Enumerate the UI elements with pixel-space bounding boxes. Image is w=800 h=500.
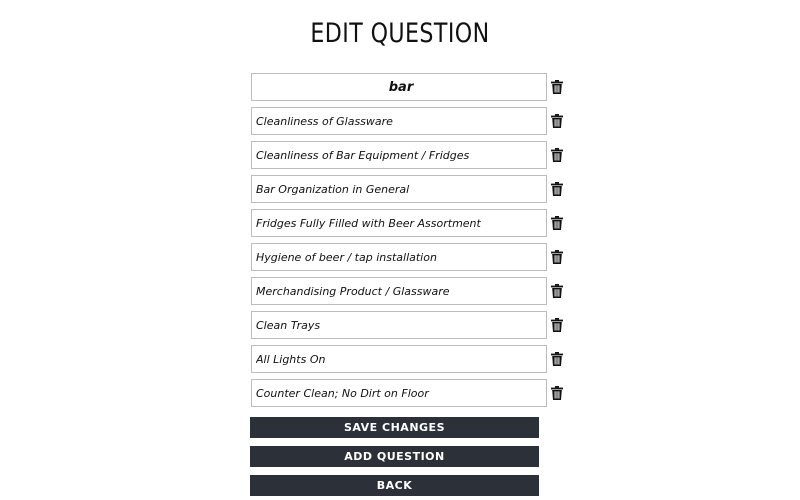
trash-icon[interactable] [551, 114, 563, 128]
question-input[interactable] [251, 277, 547, 305]
trash-icon[interactable] [551, 148, 563, 162]
trash-icon[interactable] [551, 80, 563, 94]
save-changes-button[interactable]: SAVE CHANGES [250, 417, 539, 438]
question-list [251, 73, 581, 413]
trash-icon[interactable] [551, 318, 563, 332]
question-row [251, 311, 581, 339]
question-input[interactable] [251, 175, 547, 203]
question-row [251, 345, 581, 373]
trash-icon[interactable] [551, 386, 563, 400]
question-input[interactable] [251, 107, 547, 135]
question-input[interactable] [251, 311, 547, 339]
category-name-input[interactable] [251, 73, 547, 101]
question-row [251, 277, 581, 305]
question-input[interactable] [251, 243, 547, 271]
question-input[interactable] [251, 141, 547, 169]
question-input[interactable] [251, 345, 547, 373]
question-row [251, 379, 581, 407]
question-row [251, 175, 581, 203]
trash-icon[interactable] [551, 352, 563, 366]
question-input[interactable] [251, 379, 547, 407]
trash-icon[interactable] [551, 250, 563, 264]
trash-icon[interactable] [551, 182, 563, 196]
question-row [251, 107, 581, 135]
trash-icon[interactable] [551, 216, 563, 230]
question-row [251, 141, 581, 169]
add-question-button[interactable]: ADD QUESTION [250, 446, 539, 467]
category-row [251, 73, 581, 101]
question-row [251, 243, 581, 271]
page-title: EDIT QUESTION [310, 18, 490, 49]
question-input[interactable] [251, 209, 547, 237]
question-row [251, 209, 581, 237]
back-button[interactable]: BACK [250, 475, 539, 496]
trash-icon[interactable] [551, 284, 563, 298]
